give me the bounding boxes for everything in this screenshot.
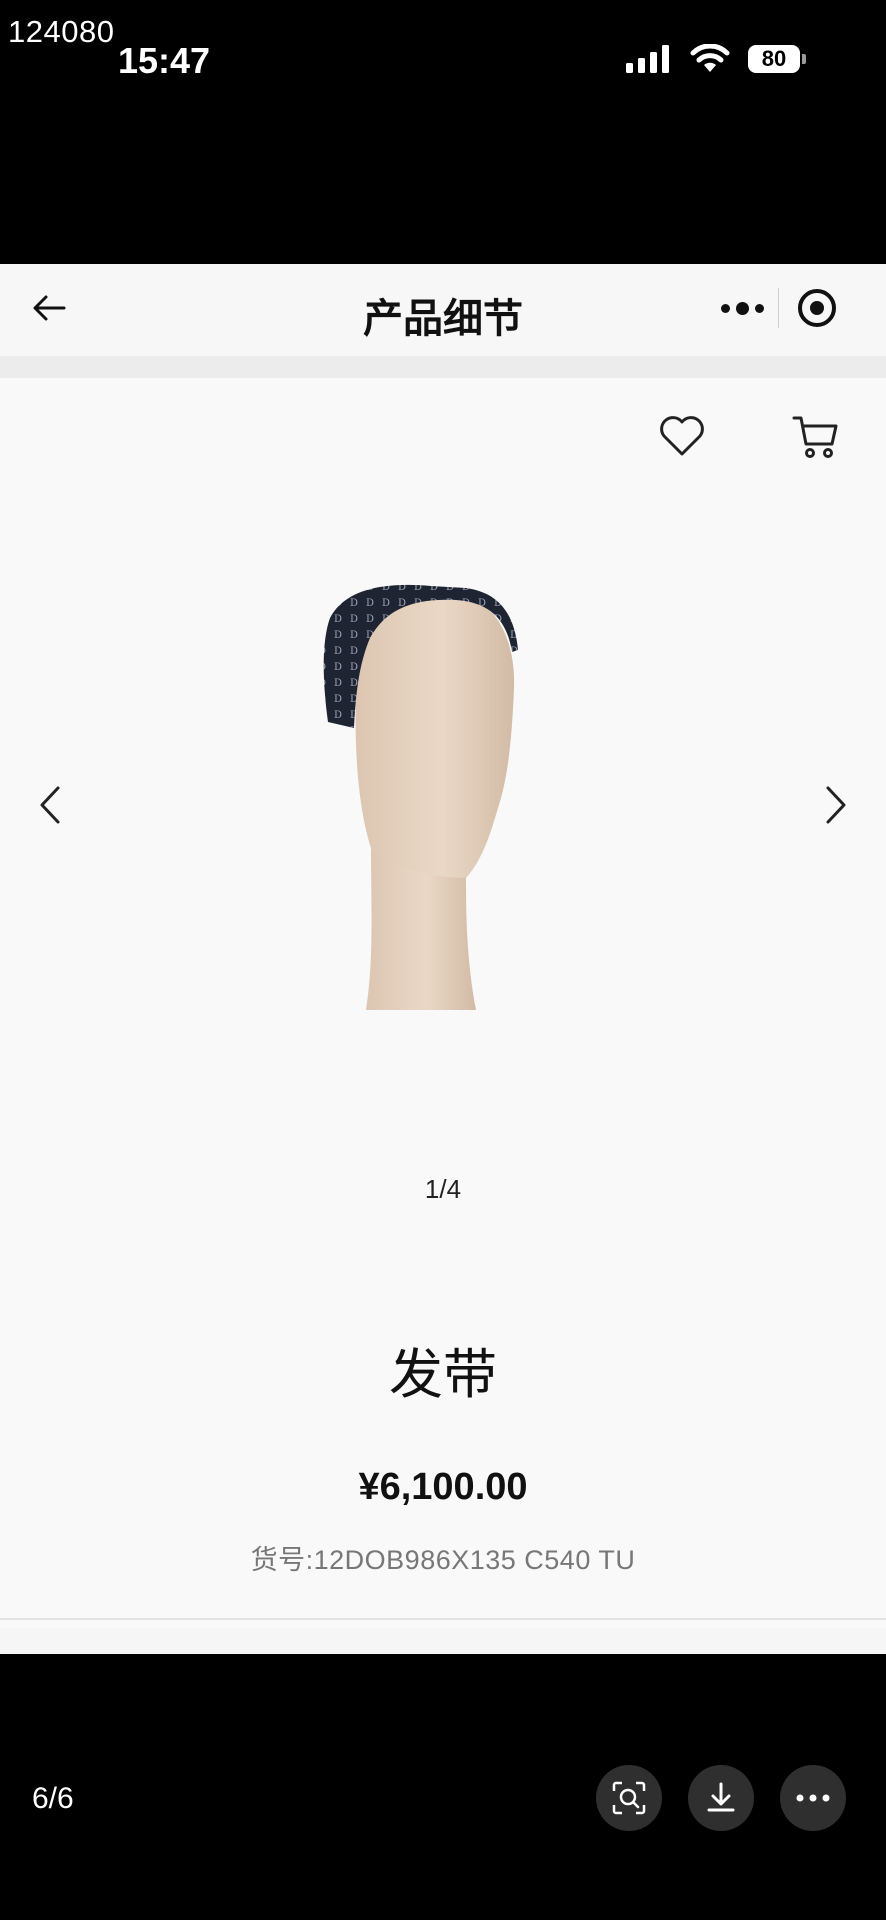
product-name: 发带 bbox=[389, 1345, 497, 1405]
more-dots-icon[interactable] bbox=[706, 278, 778, 338]
product-image[interactable]: D bbox=[316, 578, 546, 1018]
navigation-bar: 产品细节 bbox=[0, 264, 886, 356]
signal-icon bbox=[626, 45, 669, 73]
watermark-text: 124080 bbox=[8, 14, 115, 49]
product-sku: 货号:12DOB986X135 C540 TU bbox=[250, 1545, 636, 1575]
product-detail-page: D 1/4 发带 ¥6,100.00 货号:12DOB986X135 C540 … bbox=[0, 378, 886, 1628]
dot bbox=[735, 301, 749, 315]
scan-search-icon[interactable] bbox=[596, 1765, 662, 1831]
scan-search-graphic bbox=[612, 1781, 646, 1815]
ellipsis-graphic bbox=[796, 1794, 830, 1802]
ellipsis-icon[interactable] bbox=[780, 1765, 846, 1831]
app-screen: 产品细节 1/4 发带 ¥6,100.00 货号:12DOB986X135 C5… bbox=[0, 264, 886, 1654]
chevron-left-icon[interactable] bbox=[30, 780, 70, 830]
cart-icon[interactable] bbox=[790, 410, 842, 462]
status-time: 15:47 bbox=[118, 40, 211, 81]
download-icon[interactable] bbox=[688, 1765, 754, 1831]
target-circle-graphic bbox=[798, 289, 836, 327]
nav-divider bbox=[0, 356, 886, 378]
battery-indicator: 80 bbox=[748, 45, 800, 73]
mini-program-capsule bbox=[706, 278, 856, 338]
dot bbox=[754, 303, 764, 313]
chevron-right-icon[interactable] bbox=[816, 780, 856, 830]
wifi-icon bbox=[690, 44, 730, 72]
target-circle-icon[interactable] bbox=[779, 278, 855, 338]
battery-nub bbox=[802, 54, 806, 64]
download-graphic bbox=[707, 1782, 735, 1812]
section-divider bbox=[0, 1618, 886, 1620]
image-counter: 6/6 bbox=[32, 1782, 74, 1815]
status-icons: 80 bbox=[626, 44, 806, 74]
dot bbox=[720, 303, 730, 313]
heart-icon[interactable] bbox=[656, 410, 708, 462]
product-price: ¥6,100.00 bbox=[358, 1466, 528, 1508]
image-pager: 1/4 bbox=[424, 1174, 462, 1204]
